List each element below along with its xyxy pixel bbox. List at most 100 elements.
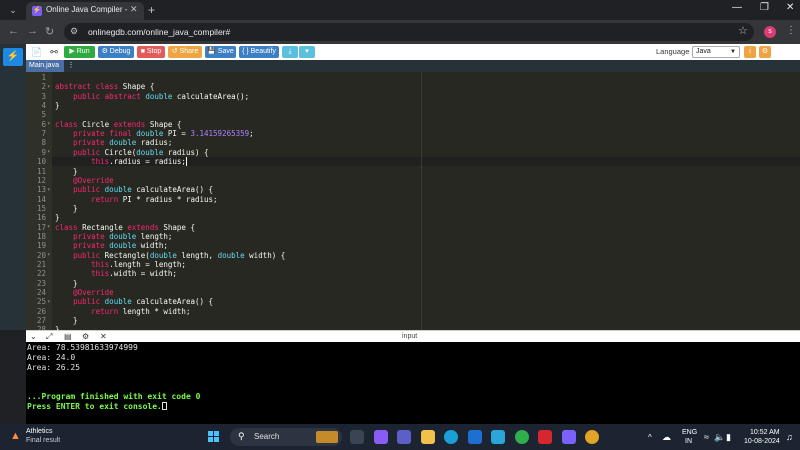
minimize-icon[interactable]: — [732, 2, 742, 13]
console-output[interactable]: Area: 78.53981633974999 Area: 24.0 Area: 2… [26, 342, 800, 424]
copy-output-icon[interactable]: ▤ [64, 332, 72, 341]
reload-icon[interactable]: ↻ [45, 25, 54, 38]
file-menu-icon[interactable]: ⋮ [66, 60, 76, 72]
code-line[interactable]: private final double PI = 3.14159265359; [55, 129, 254, 138]
code-line[interactable]: this.width = width; [55, 269, 177, 278]
language-select[interactable]: Java ▼ [692, 46, 740, 58]
fold-arrow-icon[interactable]: ▾ [47, 121, 50, 127]
copilot-icon[interactable] [373, 430, 388, 444]
debug-button[interactable]: ⚙ Debug [98, 46, 134, 58]
share-button[interactable]: ↺ Share [168, 46, 202, 58]
widget-title[interactable]: Athletics [26, 428, 52, 435]
code-line[interactable]: } [55, 204, 78, 213]
line-number: 11 [36, 166, 46, 176]
gear-icon[interactable]: ⚙ [82, 332, 89, 341]
new-file-icon[interactable]: 📄 [30, 46, 44, 58]
code-line[interactable]: } [55, 101, 60, 110]
line-number: 17 [36, 222, 46, 232]
task-view-icon[interactable] [350, 430, 364, 444]
beautify-button[interactable]: { } Beautify [239, 46, 279, 58]
fold-arrow-icon[interactable]: ▾ [47, 187, 50, 193]
code-line[interactable]: this.length = length; [55, 260, 186, 269]
volume-icon[interactable]: 🔈 [714, 432, 725, 443]
file-explorer-icon[interactable] [420, 430, 435, 444]
line-number: 1 [41, 73, 46, 82]
profile-avatar[interactable]: s [764, 26, 776, 38]
code-line[interactable]: class Circle extends Shape { [55, 120, 181, 129]
code-line[interactable]: this.radius = radius; [55, 157, 186, 166]
download-button[interactable]: ⤓ [282, 46, 298, 58]
file-tab-main-java[interactable]: Main.java [26, 60, 64, 72]
line-number: 6 [41, 119, 46, 129]
input-tab-label[interactable]: input [402, 333, 417, 340]
back-icon[interactable]: ← [8, 25, 19, 37]
code-line[interactable]: class Rectangle extends Shape { [55, 223, 195, 232]
code-line[interactable]: return length * width; [55, 307, 190, 316]
code-line[interactable]: public Rectangle(double length, double w… [55, 251, 285, 260]
code-line[interactable]: return PI * radius * radius; [55, 195, 217, 204]
code-editor[interactable]: 1 2 ▾ 3 4 5 6 ▾ 7 8 9 ▾ 10 11 12 13 ▾ 14 15 16 17 ▾ 18 19 20 ▾ 21 2… [26, 72, 800, 330]
stop-button[interactable]: ■ Stop [137, 46, 165, 58]
clear-console-icon[interactable]: ✕ [100, 332, 107, 341]
line-number-gutter: 1 2 ▾ 3 4 5 6 ▾ 7 8 9 ▾ 10 11 12 13 ▾ 14 15 16 17 ▾ 18 19 20 ▾ 21 2… [26, 72, 52, 330]
info-button[interactable]: i [744, 46, 756, 58]
chrome-icon[interactable] [585, 430, 599, 444]
taskbar-search[interactable]: ⚲ Search [230, 428, 342, 446]
fold-arrow-icon[interactable]: ▾ [47, 299, 50, 305]
chrome-menu-icon[interactable]: ⋮ [786, 25, 796, 36]
download-options-button[interactable]: ▾ [299, 46, 315, 58]
fold-arrow-icon[interactable]: ▾ [47, 149, 50, 155]
share-network-icon[interactable]: ⚯ [47, 46, 61, 58]
url-text[interactable]: onlinegdb.com/online_java_compiler# [88, 27, 230, 37]
app-icon[interactable] [491, 430, 505, 444]
code-line[interactable]: public double calculateArea() { [55, 185, 213, 194]
fold-arrow-icon[interactable]: ▾ [47, 84, 50, 90]
fold-arrow-icon[interactable]: ▾ [47, 252, 50, 258]
messenger-icon[interactable] [561, 430, 576, 444]
new-tab-button[interactable]: + [148, 3, 155, 17]
notifications-bell-icon[interactable]: ♫ [786, 432, 793, 442]
code-line[interactable]: @Override [55, 176, 114, 185]
code-line[interactable]: private double length; [55, 232, 172, 241]
site-info-icon[interactable]: ⚙ [70, 26, 78, 37]
windows-start-icon[interactable] [208, 431, 220, 443]
outlook-icon[interactable] [467, 430, 482, 444]
code-line[interactable]: private double width; [55, 241, 168, 250]
fold-arrow-icon[interactable]: ▾ [47, 224, 50, 230]
tab-search-icon[interactable]: ⌄ [6, 4, 20, 16]
close-window-icon[interactable]: ✕ [786, 2, 794, 13]
athletics-widget-icon[interactable]: ▲ [10, 430, 22, 442]
cloud-icon[interactable]: ☁ [662, 432, 671, 443]
code-line[interactable]: } [55, 167, 78, 176]
mcafee-icon[interactable] [538, 430, 552, 444]
wifi-icon[interactable]: ≈ [704, 432, 709, 442]
sidebar-toggle-bolt-icon[interactable]: ⚡ [3, 48, 23, 66]
code-line[interactable]: private double radius; [55, 138, 172, 147]
chrome-icon-a[interactable] [514, 430, 529, 444]
browser-tab[interactable]: ⚡ Online Java Compiler - online e ✕ [26, 2, 144, 20]
run-button[interactable]: ▶ Run [64, 46, 95, 58]
edge-icon[interactable] [444, 430, 458, 444]
clock-time[interactable]: 10:52 AM [750, 429, 780, 436]
code-line[interactable]: } [55, 316, 78, 325]
save-button[interactable]: 💾 Save [205, 46, 236, 58]
code-line[interactable]: @Override [55, 288, 114, 297]
code-line[interactable]: } [55, 279, 78, 288]
bookmark-star-icon[interactable]: ☆ [738, 24, 748, 37]
restore-icon[interactable]: ❐ [760, 2, 769, 13]
code-line[interactable]: abstract class Shape { [55, 82, 154, 91]
battery-icon[interactable]: ▮ [726, 432, 731, 443]
code-line[interactable]: public abstract double calculateArea(); [55, 92, 249, 101]
code-line[interactable]: public Circle(double radius) { [55, 148, 208, 157]
language-indicator-top[interactable]: ENG [682, 429, 697, 436]
settings-button[interactable]: ⚙ [759, 46, 771, 58]
omnibox[interactable]: ⚙ onlinegdb.com/online_java_compiler# [64, 23, 754, 41]
code-line[interactable]: } [55, 213, 60, 222]
code-line[interactable]: public double calculateArea() { [55, 297, 213, 306]
collapse-chevron-icon[interactable]: ⌄ [30, 332, 37, 341]
forward-icon[interactable]: → [27, 25, 38, 37]
tab-close-icon[interactable]: ✕ [130, 4, 138, 15]
tray-overflow-icon[interactable]: ^ [648, 433, 652, 442]
expand-icon[interactable]: ⤢ [46, 332, 52, 342]
teams-icon[interactable] [397, 430, 411, 444]
